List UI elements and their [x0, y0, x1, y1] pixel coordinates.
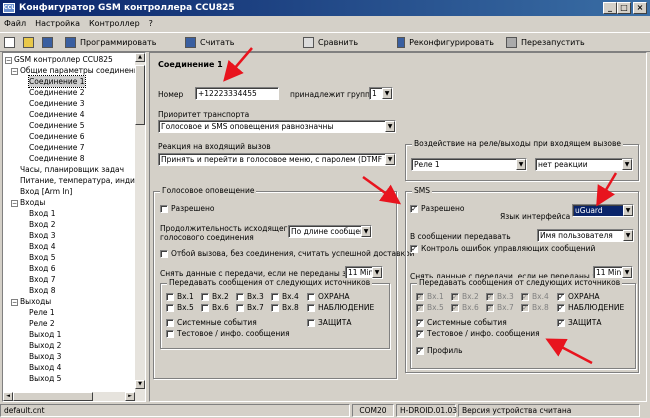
arrow-number	[223, 47, 253, 82]
arrow-language	[596, 172, 618, 207]
status-version: Версия устройства считана	[458, 404, 640, 417]
status-file: default.cnt	[0, 404, 350, 417]
arrow-sources	[545, 338, 593, 365]
annotation-arrows	[223, 47, 618, 365]
status-bar: default.cnt COM20 H-DROID.01.03 Версия у…	[0, 404, 650, 418]
status-port: COM20	[352, 404, 394, 417]
arrow-sms-allowed	[362, 175, 402, 205]
status-device: H-DROID.01.03	[396, 404, 457, 417]
